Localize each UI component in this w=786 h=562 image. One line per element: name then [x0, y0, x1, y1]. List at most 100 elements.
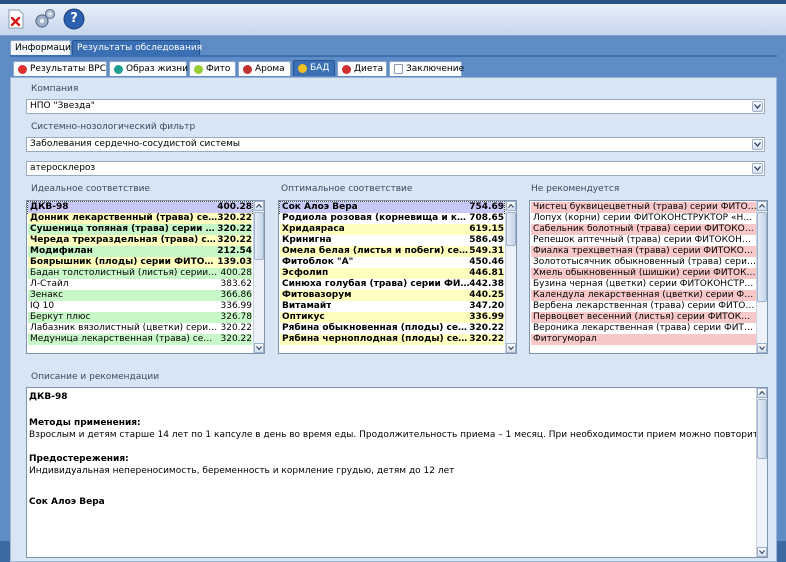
list-item-name: Медуница лекарственная (трава) серии ... [30, 334, 218, 344]
description-scroll-thumb[interactable] [757, 399, 767, 459]
list-item[interactable]: Синюха голубая (трава) серии ФИТО... 442.… [280, 279, 504, 290]
list-item[interactable]: Хридаяраса 619.15 [280, 224, 504, 235]
list-item[interactable]: Череда трехраздельная (трава) сер... 320.… [28, 235, 252, 246]
list-item[interactable]: Модифилан 212.54 [28, 246, 252, 257]
list-item[interactable]: Сок Алоэ Вера 754.69 [279, 201, 505, 214]
list-item[interactable]: Репешок аптечный (трава) серии ФИТОКОНСТ… [531, 235, 757, 246]
tab-aroma[interactable]: Арома [238, 61, 291, 76]
list-item[interactable]: Бадан толстолистный (листья) серии ФИ...… [28, 268, 252, 279]
scroll-down-icon[interactable] [506, 343, 516, 353]
disease-filter-select[interactable]: атеросклероз [26, 161, 765, 176]
list-item-name: Витамайт [282, 301, 332, 311]
list-item[interactable]: Эсфолип 446.81 [280, 268, 504, 279]
scroll-down-icon[interactable] [757, 343, 767, 353]
tab-conclusion[interactable]: Заключение [389, 61, 464, 76]
list-item[interactable]: Золототысячник обыкновенный (трава) сери… [531, 257, 757, 268]
list-item-score: 326.78 [220, 312, 253, 322]
list-item-name: Фитоблок "А" [282, 257, 354, 267]
scroll-up-icon[interactable] [757, 388, 767, 398]
list-item-score: 139.03 [217, 257, 252, 267]
list-item[interactable]: Сабельник болотный (трава) серии ФИТОКОН… [531, 224, 757, 235]
list-item[interactable]: Кринигна 586.49 [280, 235, 504, 246]
close-button[interactable] [4, 7, 28, 31]
list-item-name: Рябина обыкновенная (плоды) сери... [282, 323, 470, 333]
list-item[interactable]: Фитовазорум 440.25 [280, 290, 504, 301]
optimal-list-scrollbar[interactable] [505, 201, 516, 353]
list-item-name: Оптикус [282, 312, 325, 322]
not-recommended-scroll-thumb[interactable] [757, 212, 767, 302]
company-select[interactable]: НПО "Звезда" [26, 99, 765, 114]
tab-vrs-results[interactable]: Результаты ВРС [13, 61, 107, 76]
not-recommended-rows: Чистец буквицецветный (трава) серии ФИТО… [531, 202, 757, 345]
list-item-name: Синюха голубая (трава) серии ФИТО... [282, 279, 470, 289]
list-item[interactable]: Донник лекарственный (трава) сери... 320.… [28, 213, 252, 224]
list-item-score: 383.62 [220, 279, 253, 289]
list-item-score: 320.22 [220, 323, 253, 333]
list-item[interactable]: IQ 10 336.99 [28, 301, 252, 312]
not-recommended-list[interactable]: Чистец буквицецветный (трава) серии ФИТО… [529, 200, 768, 354]
list-item[interactable]: Хмель обыкновенный (шишки) серии ФИТОКОН… [531, 268, 757, 279]
tab-phyto[interactable]: Фито [189, 61, 236, 76]
description-scrollbar[interactable] [756, 388, 767, 557]
warnings-heading: Предостережения: [29, 454, 129, 464]
list-item[interactable]: Сушеница топяная (трава) серии ФИ... 320.… [28, 224, 252, 235]
optimal-match-list[interactable]: Сок Алоэ Вера 754.69 Родиола розовая (корн… [278, 200, 517, 354]
list-item[interactable]: Фитоблок "А" 450.46 [280, 257, 504, 268]
list-item[interactable]: Витамайт 347.20 [280, 301, 504, 312]
scroll-down-icon[interactable] [757, 547, 767, 557]
tab-bad-label: БАД [310, 63, 330, 73]
list-item[interactable]: Рябина черноплодная (плоды) сери... 320.2… [280, 334, 504, 345]
list-item[interactable]: Чистец буквицецветный (трава) серии ФИТО… [531, 202, 757, 213]
list-item-name: Омела белая (листья и побеги) сери... [282, 246, 470, 256]
chevron-down-icon [752, 163, 763, 174]
scroll-up-icon[interactable] [757, 201, 767, 211]
scroll-up-icon[interactable] [506, 201, 516, 211]
tab-diet[interactable]: Диета [337, 61, 387, 76]
tab-information[interactable]: Информация [10, 40, 76, 55]
list-item-score: 708.65 [469, 213, 504, 223]
help-button[interactable]: ? [62, 7, 86, 31]
settings-button[interactable] [33, 7, 57, 31]
list-item[interactable]: Зенакс 366.86 [28, 290, 252, 301]
list-item[interactable]: Лабазник вязолистный (цветки) серии Ф...… [28, 323, 252, 334]
tab-examination-results[interactable]: Результаты обследования [72, 40, 202, 55]
list-item-score: 586.49 [469, 235, 504, 245]
list-item-score: 320.22 [217, 213, 252, 223]
ideal-match-list[interactable]: ДКВ-98 400.28 Донник лекарственный (трава)… [26, 200, 265, 354]
ideal-list-scrollbar[interactable] [253, 201, 264, 353]
close-icon [8, 9, 24, 29]
list-item-name: Календула лекарственная (цветки) серии Ф… [533, 290, 757, 300]
list-item[interactable]: Родиола розовая (корневища и корн... 708.… [280, 213, 504, 224]
list-item-name: Фиалка трехцветная (трава) серии ФИТОКОН… [533, 246, 757, 256]
list-item[interactable]: Л-Стайл 383.62 [28, 279, 252, 290]
list-item[interactable]: Календула лекарственная (цветки) серии Ф… [531, 290, 757, 301]
system-filter-select[interactable]: Заболевания сердечно-сосудистой системы [26, 137, 765, 152]
chevron-down-icon [752, 139, 763, 150]
not-recommended-scrollbar[interactable] [756, 201, 767, 353]
list-item[interactable]: Рябина обыкновенная (плоды) сери... 320.2… [280, 323, 504, 334]
ideal-list-scroll-thumb[interactable] [254, 212, 264, 260]
list-item[interactable]: Лопух (корни) серии ФИТОКОНСТРУКТОР «НП.… [531, 213, 757, 224]
list-item[interactable]: Вероника лекарственная (трава) серии ФИТ… [531, 323, 757, 334]
optimal-list-scroll-thumb[interactable] [506, 212, 516, 246]
tab-lifestyle[interactable]: Образ жизни [109, 61, 188, 76]
list-item[interactable]: Беркут плюс 326.78 [28, 312, 252, 323]
list-item[interactable]: ДКВ-98 400.28 [27, 201, 253, 214]
tab-information-label: Информация [15, 42, 77, 53]
tab-bad[interactable]: БАД [293, 60, 335, 76]
list-item-score: 336.99 [220, 301, 253, 311]
scroll-down-icon[interactable] [254, 343, 264, 353]
list-item[interactable]: Омела белая (листья и побеги) сери... 549… [280, 246, 504, 257]
list-item[interactable]: Оптикус 336.99 [280, 312, 504, 323]
list-item[interactable]: Фитогуморал [531, 334, 757, 345]
list-item-name: Донник лекарственный (трава) сери... [30, 213, 218, 223]
scroll-up-icon[interactable] [254, 201, 264, 211]
main-panel: Информация Результаты обследования Резул… [0, 36, 786, 562]
list-item[interactable]: Первоцвет весенний (листья) серии ФИТОКО… [531, 312, 757, 323]
list-item[interactable]: Фиалка трехцветная (трава) серии ФИТОКОН… [531, 246, 757, 257]
list-item[interactable]: Боярышник (плоды) серии ФИТОКОН... 139.03 [28, 257, 252, 268]
list-item[interactable]: Медуница лекарственная (трава) серии ...… [28, 334, 252, 345]
list-item[interactable]: Вербена лекарственная (трава) серии ФИТО… [531, 301, 757, 312]
description-textarea[interactable]: ДКВ-98 Методы применения: Взрослым и дет… [26, 387, 768, 558]
list-item[interactable]: Бузина черная (цветки) серии ФИТОКОНСТРУ… [531, 279, 757, 290]
